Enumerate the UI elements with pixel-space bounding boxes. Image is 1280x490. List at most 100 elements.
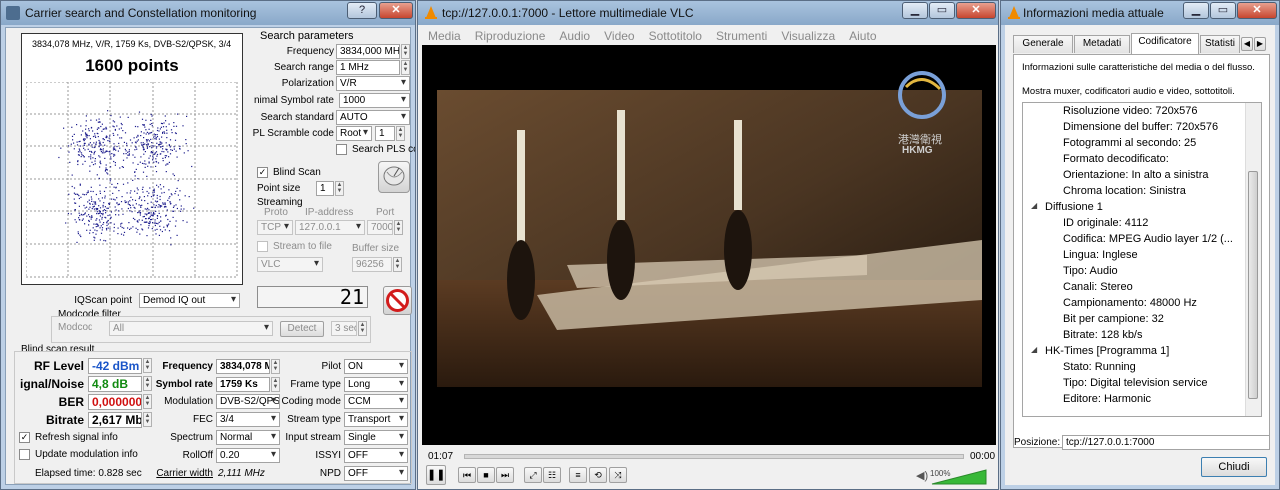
point-size-spin[interactable]: ▲ ▼: [335, 181, 344, 196]
info-maximize-button[interactable]: ▭: [1210, 2, 1236, 19]
menu-aiuto[interactable]: Aiuto: [849, 29, 876, 43]
constellation-point: [101, 197, 103, 199]
extended-settings-icon[interactable]: ☷: [543, 467, 561, 483]
tab-codificatore[interactable]: Codificatore: [1131, 33, 1199, 54]
symrate-spin[interactable]: ▲ ▼: [271, 377, 280, 392]
constellation-point: [88, 144, 90, 146]
npd-select[interactable]: OFF: [344, 466, 408, 481]
menu-visualizza[interactable]: Visualizza: [781, 29, 835, 43]
port-input[interactable]: 7000: [367, 220, 393, 235]
help-button[interactable]: ?: [347, 2, 377, 19]
menu-video[interactable]: Video: [604, 29, 634, 43]
ip-select[interactable]: 127.0.0.1: [295, 220, 365, 235]
fullscreen-icon[interactable]: ⤢: [524, 467, 542, 483]
tab-scroll-right-icon[interactable]: ▶: [1254, 37, 1266, 51]
stream-to-file-checkbox[interactable]: [257, 241, 268, 252]
constellation-point: [134, 156, 136, 158]
tab-scroll-left-icon[interactable]: ◀: [1241, 37, 1253, 51]
frequency-input[interactable]: 3834,000 MHz: [336, 44, 400, 59]
seek-bar[interactable]: [464, 454, 964, 459]
pl-scramble-spin[interactable]: ▲ ▼: [396, 126, 405, 141]
freq-result-spin[interactable]: ▲ ▼: [271, 359, 280, 374]
position-field[interactable]: tcp://127.0.0.1:7000: [1062, 435, 1270, 450]
constellation-point: [89, 138, 91, 140]
search-range-input[interactable]: 1 MHz: [336, 60, 400, 75]
pl-scramble-input[interactable]: 1: [375, 126, 395, 141]
constellation-point: [146, 144, 148, 146]
frequency-spin[interactable]: ▲ ▼: [401, 44, 410, 59]
constellation-point: [167, 163, 169, 165]
search-pls-checkbox[interactable]: [336, 144, 347, 155]
min-symbol-select[interactable]: 1000: [339, 93, 410, 108]
issyi-select[interactable]: OFF: [344, 448, 408, 463]
close-button[interactable]: ✕: [379, 2, 413, 19]
video-area[interactable]: 港灣衛視 HKMG: [422, 45, 996, 445]
maximize-button[interactable]: ▭: [929, 2, 955, 19]
detect-time-input[interactable]: 3 sec: [331, 321, 357, 336]
time-total: 00:00: [970, 451, 996, 462]
constellation-point: [172, 216, 174, 218]
coding-mode-select[interactable]: CCM: [344, 394, 408, 409]
close-dialog-button[interactable]: Chiudi: [1201, 457, 1267, 477]
constellation-point: [82, 138, 85, 141]
previous-icon[interactable]: ⏮: [458, 467, 476, 483]
menu-strumenti[interactable]: Strumenti: [716, 29, 767, 43]
shuffle-icon[interactable]: ⤨: [609, 467, 627, 483]
next-icon[interactable]: ⏭: [496, 467, 514, 483]
menu-audio[interactable]: Audio: [559, 29, 590, 43]
modcode-select[interactable]: All: [109, 321, 273, 336]
spectrum-select[interactable]: Normal: [216, 430, 280, 445]
tree-node-program[interactable]: HK-Times [Programma 1]: [1045, 345, 1169, 357]
satellite-dish-icon[interactable]: [378, 161, 410, 193]
info-minimize-button[interactable]: ▁: [1183, 2, 1209, 19]
search-range-label: Search range: [273, 62, 334, 73]
frame-type-select[interactable]: Long: [344, 377, 408, 392]
tab-metadati[interactable]: Metadati: [1074, 35, 1130, 53]
update-mod-checkbox[interactable]: [19, 449, 30, 460]
stop-sign-icon[interactable]: [383, 286, 412, 315]
search-standard-select[interactable]: AUTO: [336, 110, 410, 125]
vlc-close-button[interactable]: ✕: [956, 2, 996, 19]
buffer-input[interactable]: 96256: [352, 257, 392, 272]
stream-type-select[interactable]: Transport: [344, 412, 408, 427]
pl-scramble-mode-select[interactable]: Root: [336, 126, 372, 141]
constellation-point: [136, 136, 138, 138]
input-stream-select[interactable]: Single: [344, 430, 408, 445]
modulation-select[interactable]: DVB-S2/QPSK: [216, 394, 280, 409]
menu-riproduzione[interactable]: Riproduzione: [475, 29, 546, 43]
tree-scroll-thumb[interactable]: [1248, 171, 1258, 399]
stop-icon[interactable]: ■: [477, 467, 495, 483]
iqscan-select[interactable]: Demod IQ out: [139, 293, 240, 308]
constellation-point: [93, 208, 95, 210]
menu-sottotitolo[interactable]: Sottotitolo: [649, 29, 702, 43]
minimize-button[interactable]: ▁: [902, 2, 928, 19]
refresh-checkbox[interactable]: ✓: [19, 432, 30, 443]
detect-time-spin[interactable]: ▲ ▼: [358, 321, 367, 336]
tab-generale[interactable]: Generale: [1013, 35, 1073, 53]
detect-button[interactable]: Detect: [280, 321, 324, 337]
vlc-select[interactable]: VLC: [257, 257, 323, 272]
buffer-spin[interactable]: ▲ ▼: [393, 257, 402, 272]
loop-icon[interactable]: ⟲: [589, 467, 607, 483]
constellation-point: [122, 159, 125, 161]
polarization-select[interactable]: V/R: [336, 76, 410, 91]
port-spin[interactable]: ▲ ▼: [394, 220, 403, 235]
rolloff-select[interactable]: 0.20: [216, 448, 280, 463]
tab-statistiche[interactable]: Statisti: [1200, 35, 1240, 53]
fec-select[interactable]: 3/4: [216, 412, 280, 427]
pause-icon[interactable]: ❚❚: [426, 465, 446, 485]
blind-scan-checkbox[interactable]: ✓: [257, 167, 268, 178]
playlist-icon[interactable]: ≡: [569, 467, 587, 483]
constellation-point: [121, 226, 123, 229]
expand-arrow-icon[interactable]: ◢: [1031, 345, 1037, 354]
tree-node-diffusione[interactable]: Diffusione 1: [1045, 201, 1103, 213]
info-close-button[interactable]: ✕: [1237, 2, 1277, 19]
pilot-select[interactable]: ON: [344, 359, 408, 374]
menu-media[interactable]: Media: [428, 29, 461, 43]
point-size-input[interactable]: 1: [316, 181, 334, 196]
search-range-spin[interactable]: ▲ ▼: [401, 60, 410, 75]
volume-slider[interactable]: [930, 469, 988, 485]
proto-select[interactable]: TCP: [257, 220, 293, 235]
expand-arrow-icon[interactable]: ◢: [1031, 201, 1037, 210]
volume-icon[interactable]: ◀): [916, 469, 928, 482]
